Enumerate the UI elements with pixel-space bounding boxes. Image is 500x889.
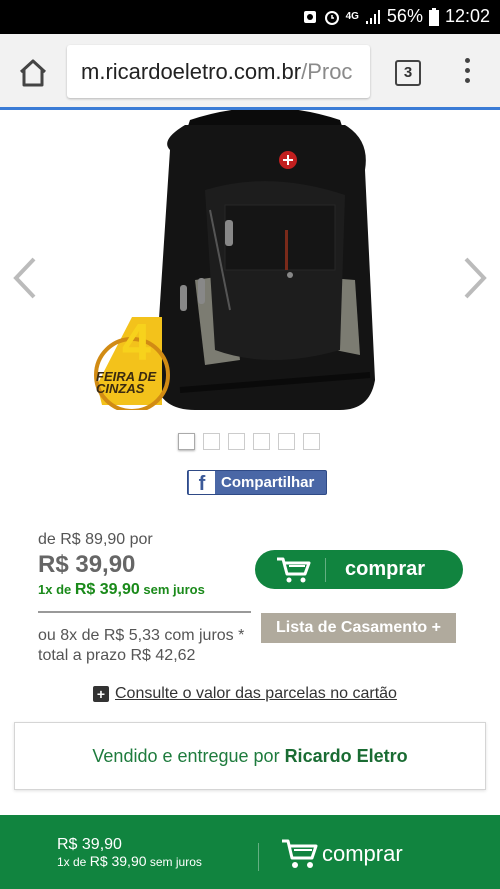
- buy-button[interactable]: comprar: [255, 550, 463, 589]
- total-line: total a prazo R$ 42,62: [38, 647, 196, 664]
- clock: 12:02: [444, 6, 490, 26]
- cart-icon: [277, 557, 311, 582]
- carousel-dot[interactable]: [203, 433, 220, 450]
- buy-label: comprar: [345, 558, 426, 580]
- sticky-buy-bar: R$ 39,90 1x de R$ 39,90 sem juros compra…: [0, 815, 500, 889]
- promo-text: FEIRA DE CINZAS: [96, 369, 157, 396]
- bottom-one-payment: 1x de R$ 39,90 sem juros: [57, 853, 202, 869]
- battery-percent: 56%: [386, 6, 423, 26]
- share-label: Compartilhar: [221, 474, 315, 491]
- network-type: 4G: [345, 11, 359, 22]
- promo-badge: 4 FEIRA DE CINZAS: [92, 314, 177, 410]
- current-price: R$ 39,90: [38, 551, 136, 578]
- signal-icon: [365, 9, 380, 24]
- facebook-share-button[interactable]: f Compartilhar: [187, 470, 327, 495]
- product-image[interactable]: [140, 110, 390, 420]
- price-divider: [38, 611, 251, 613]
- seller-prefix: Vendido e entregue por: [92, 746, 285, 766]
- consult-label: Consulte o valor das parcelas no cartão: [115, 685, 397, 702]
- old-price: de R$ 89,90 por: [38, 531, 153, 548]
- carousel-dot[interactable]: [178, 433, 195, 450]
- plus-icon: +: [93, 686, 109, 702]
- carousel-dot[interactable]: [278, 433, 295, 450]
- installments-line: ou 8x de R$ 5,33 com juros *: [38, 627, 245, 644]
- carousel-dot[interactable]: [228, 433, 245, 450]
- seller-info: Vendido e entregue por Ricardo Eletro: [14, 722, 486, 790]
- alarm-icon: [324, 10, 339, 25]
- status-bar: 4G 56% 12:02: [0, 0, 500, 34]
- home-icon[interactable]: [16, 56, 50, 90]
- facebook-icon: f: [189, 471, 215, 495]
- bottom-price: R$ 39,90: [57, 836, 122, 853]
- carousel-dot[interactable]: [303, 433, 320, 450]
- product-gallery: 4 FEIRA DE CINZAS: [0, 110, 500, 430]
- carousel-dots: [178, 433, 320, 450]
- next-arrow-icon[interactable]: [460, 255, 490, 301]
- consult-installments-link[interactable]: + Consulte o valor das parcelas no cartã…: [93, 685, 397, 703]
- tab-switcher-button[interactable]: 3: [395, 60, 421, 86]
- url-path: /Proc: [301, 59, 353, 84]
- url-field[interactable]: m.ricardoeletro.com.br/Proc: [67, 45, 370, 98]
- bottom-buy-button[interactable]: comprar: [322, 841, 403, 867]
- promo-number: 4: [122, 314, 151, 372]
- battery-icon: [428, 7, 439, 26]
- cart-icon[interactable]: [280, 838, 320, 870]
- seller-name: Ricardo Eletro: [284, 746, 408, 766]
- browser-toolbar: m.ricardoeletro.com.br/Proc 3: [0, 34, 500, 110]
- carousel-dot[interactable]: [253, 433, 270, 450]
- installments-info: ou 8x de R$ 5,33 com juros * total a pra…: [38, 626, 244, 666]
- notification-icon: [303, 10, 316, 23]
- wedding-list-button[interactable]: Lista de Casamento +: [261, 613, 456, 643]
- one-payment-info: 1x de R$ 39,90 sem juros: [38, 581, 205, 598]
- url-domain: m.ricardoeletro.com.br: [81, 59, 302, 84]
- menu-icon[interactable]: [460, 58, 474, 88]
- prev-arrow-icon[interactable]: [10, 255, 40, 301]
